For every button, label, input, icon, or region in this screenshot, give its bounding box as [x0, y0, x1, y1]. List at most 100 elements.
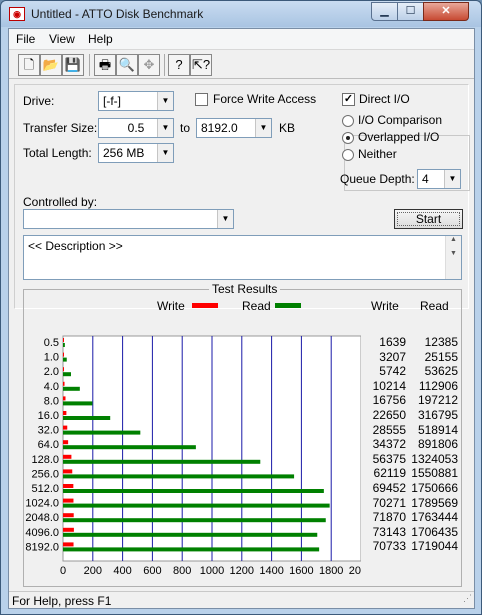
description-box[interactable]: << Description >> ▲ ▼: [23, 235, 462, 280]
read-bar: [63, 518, 326, 523]
write-legend-swatch: [192, 303, 218, 308]
write-bar: [63, 367, 64, 372]
transfer-rate-chart: 0200400600800100012001400160018002000Tra…: [25, 335, 361, 576]
read-value: 891806: [417, 437, 458, 452]
read-value: 1324053: [411, 451, 458, 466]
move-icon[interactable]: ✥: [138, 54, 160, 76]
queue-depth-select[interactable]: 4 ▼: [417, 169, 461, 189]
menu-file[interactable]: File: [16, 32, 35, 46]
read-value: 1719044: [411, 539, 458, 554]
category-label: 4096.0: [25, 527, 59, 539]
toolbar-separator: [89, 54, 90, 76]
status-bar: For Help, press F1 ⋰: [9, 591, 474, 609]
read-value: 1550881: [411, 466, 458, 481]
read-bar: [63, 459, 261, 464]
write-legend-label: Write: [157, 299, 185, 313]
write-value: 10214: [372, 378, 406, 393]
close-button[interactable]: ✕: [423, 2, 469, 21]
transfer-to-value: 8192.0: [201, 121, 238, 135]
x-tick-label: 1200: [230, 565, 254, 576]
read-bar: [63, 386, 80, 391]
direct-io-label: Direct I/O: [359, 92, 410, 106]
write-value: 1639: [379, 335, 406, 349]
write-bar: [63, 498, 74, 503]
minimize-button[interactable]: ▁: [371, 2, 398, 21]
chevron-down-icon[interactable]: ▼: [255, 119, 271, 137]
x-tick-label: 1000: [200, 565, 224, 576]
force-write-label: Force Write Access: [213, 92, 317, 106]
write-value: 16756: [372, 393, 406, 408]
write-bar: [63, 396, 66, 401]
menu-help[interactable]: Help: [88, 32, 113, 46]
read-bar: [63, 430, 141, 435]
menu-view[interactable]: View: [49, 32, 75, 46]
write-value: 70271: [372, 495, 406, 510]
maximize-button[interactable]: ☐: [397, 2, 424, 21]
print-icon[interactable]: 🖶: [94, 54, 116, 76]
read-bar: [63, 489, 324, 493]
write-value: 62119: [373, 466, 406, 481]
context-help-icon[interactable]: ⇱?: [190, 54, 212, 76]
read-legend-swatch: [275, 303, 301, 308]
start-button[interactable]: Start: [394, 209, 463, 229]
new-file-icon[interactable]: 🗋: [18, 54, 40, 76]
write-bar: [63, 338, 64, 342]
category-label: 32.0: [38, 425, 59, 437]
total-length-label: Total Length:: [23, 146, 92, 160]
transfer-to-select[interactable]: 8192.0 ▼: [196, 118, 272, 138]
neither-label: Neither: [358, 147, 397, 161]
save-icon[interactable]: 💾: [62, 54, 84, 76]
category-label: 2.0: [44, 366, 59, 378]
x-tick-label: 200: [84, 565, 102, 576]
controlled-by-select[interactable]: ▼: [23, 209, 234, 229]
x-tick-label: 1800: [319, 565, 343, 576]
read-bar: [63, 372, 71, 377]
write-bar: [63, 513, 74, 518]
chevron-down-icon[interactable]: ▼: [444, 170, 460, 188]
write-bar: [63, 425, 68, 430]
neither-radio[interactable]: [342, 149, 354, 161]
description-scrollbar[interactable]: ▲ ▼: [445, 236, 461, 279]
write-value: 69452: [372, 481, 406, 495]
drive-value: [-f-]: [103, 94, 121, 108]
category-label: 128.0: [31, 454, 59, 466]
read-value: 1789569: [411, 495, 458, 510]
help-icon[interactable]: ?: [168, 54, 190, 76]
write-bar: [63, 454, 72, 459]
chevron-down-icon[interactable]: ▼: [157, 92, 173, 110]
menu-bar: File View Help: [9, 29, 474, 49]
read-value: 25155: [424, 349, 458, 364]
category-label: 8192.0: [25, 541, 59, 553]
write-value: 73143: [372, 524, 406, 539]
open-folder-icon[interactable]: 📂: [40, 54, 62, 76]
category-label: 512.0: [31, 483, 59, 495]
read-bar: [63, 357, 67, 362]
resize-grip-icon[interactable]: ⋰: [463, 589, 472, 607]
read-legend-label: Read: [242, 299, 271, 313]
read-bar: [63, 416, 111, 420]
x-tick-label: 800: [173, 565, 191, 576]
total-length-select[interactable]: 256 MB ▼: [98, 143, 174, 163]
write-bar: [63, 469, 73, 474]
io-comparison-radio[interactable]: [342, 115, 354, 127]
title-bar[interactable]: ◉ Untitled - ATTO Disk Benchmark ▁ ☐ ✕: [1, 1, 481, 27]
category-label: 8.0: [44, 395, 59, 407]
overlapped-io-radio[interactable]: [342, 132, 354, 144]
write-value: 5742: [379, 364, 406, 379]
drive-select[interactable]: [-f-] ▼: [98, 91, 174, 111]
description-text: << Description >>: [28, 239, 123, 253]
chevron-down-icon[interactable]: ▼: [157, 119, 173, 137]
read-bar: [63, 445, 196, 450]
chevron-down-icon[interactable]: ▼: [217, 210, 233, 228]
direct-io-checkbox[interactable]: ✓: [342, 93, 355, 106]
read-value: 1750666: [411, 481, 458, 495]
transfer-to-label: to: [180, 121, 191, 135]
read-column-header: Read: [420, 299, 449, 313]
read-bar: [63, 401, 93, 406]
results-table: 1639 12385 3207 25155 5742 53625 10214 112906 16…: [361, 314, 464, 554]
transfer-from-select[interactable]: 0.5 ▼: [98, 118, 174, 138]
category-label: 16.0: [38, 410, 59, 422]
force-write-checkbox[interactable]: [195, 93, 208, 106]
print-preview-icon[interactable]: 🔍: [116, 54, 138, 76]
chevron-down-icon[interactable]: ▼: [157, 144, 173, 162]
